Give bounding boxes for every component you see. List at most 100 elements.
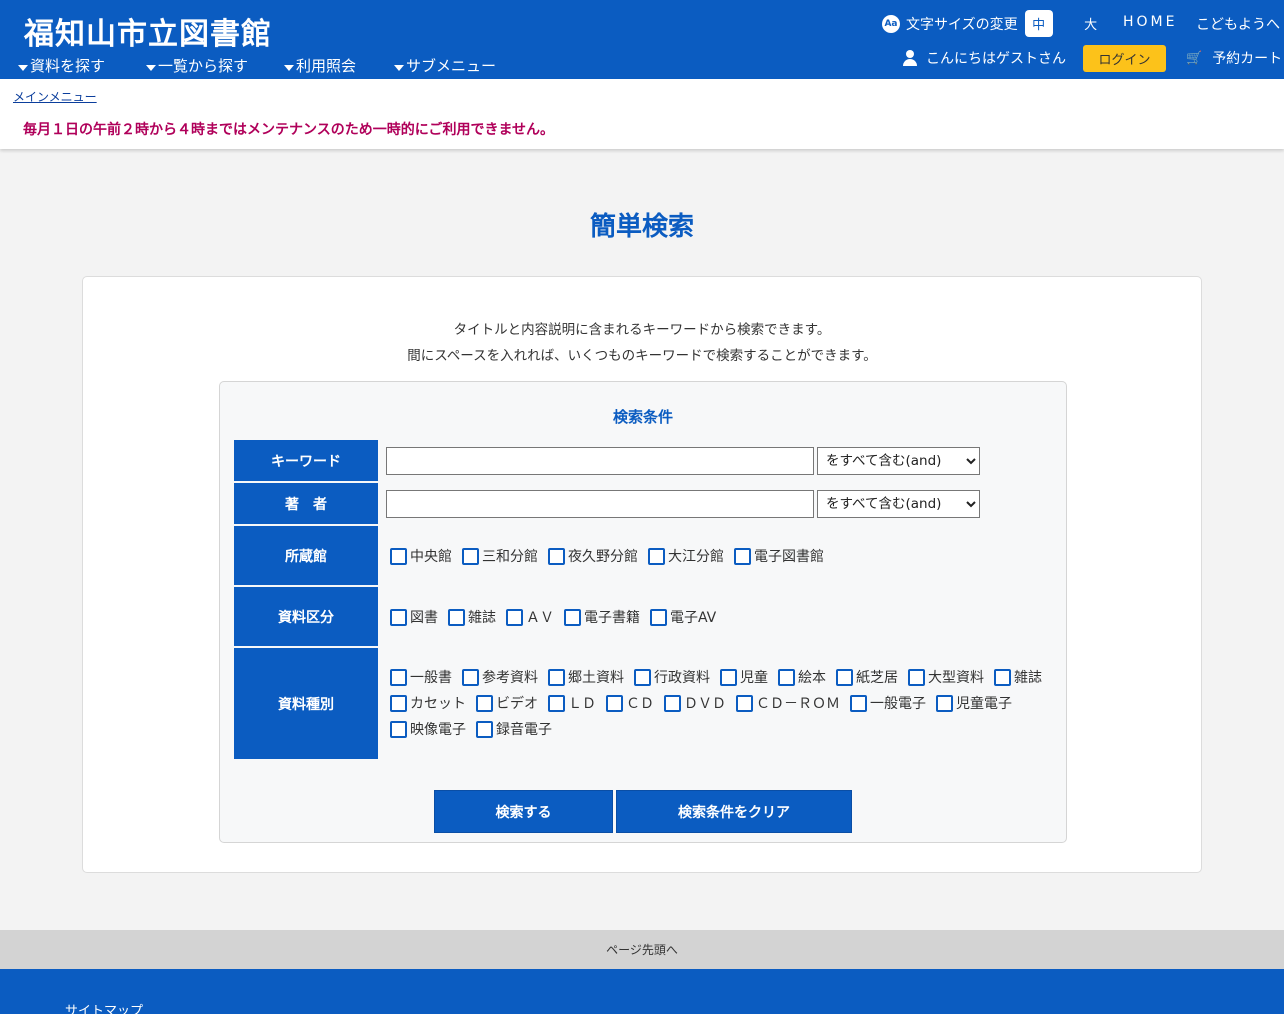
- library-label: 所蔵館: [234, 526, 378, 585]
- checkbox-option[interactable]: 映像電子: [390, 719, 466, 739]
- nav-usage-inquiry[interactable]: 利用照会: [284, 55, 394, 76]
- checkbox-label: ＣＤ: [626, 696, 654, 712]
- checkbox-icon[interactable]: [936, 694, 953, 712]
- checkbox-icon[interactable]: [908, 668, 925, 686]
- home-link[interactable]: HOME: [1123, 14, 1177, 30]
- search-button[interactable]: 検索する: [434, 790, 613, 833]
- author-match-select[interactable]: をすべて含む(and): [817, 490, 980, 518]
- checkbox-icon[interactable]: [506, 608, 523, 626]
- checkbox-icon[interactable]: [390, 720, 407, 738]
- checkbox-icon[interactable]: [736, 694, 753, 712]
- checkbox-icon[interactable]: [476, 694, 493, 712]
- checkbox-option[interactable]: カセット: [390, 693, 466, 713]
- checkbox-option[interactable]: 紙芝居: [836, 667, 898, 687]
- login-button[interactable]: ログイン: [1083, 45, 1166, 72]
- kids-link[interactable]: こどもようへ: [1196, 14, 1280, 34]
- notice-bar: メインメニュー 毎月１日の午前２時から４時まではメンテナンスのため一時的にご利用…: [0, 79, 1284, 149]
- checkbox-icon[interactable]: [648, 547, 665, 565]
- nav-browse-lists[interactable]: 一覧から探す: [146, 55, 284, 76]
- checkbox-icon[interactable]: [650, 608, 667, 626]
- caret-down-icon: [394, 64, 404, 71]
- checkbox-label: 電子AV: [670, 610, 717, 626]
- checkbox-label: カセット: [410, 696, 466, 712]
- checkbox-option[interactable]: 三和分館: [462, 546, 538, 566]
- checkbox-icon[interactable]: [390, 668, 407, 686]
- clear-conditions-button[interactable]: 検索条件をクリア: [616, 790, 852, 833]
- caret-down-icon: [284, 64, 294, 71]
- checkbox-icon[interactable]: [778, 668, 795, 686]
- checkbox-icon[interactable]: [390, 694, 407, 712]
- checkbox-option[interactable]: ビデオ: [476, 693, 538, 713]
- checkbox-icon[interactable]: [994, 668, 1011, 686]
- checkbox-option[interactable]: 電子AV: [650, 607, 716, 627]
- checkbox-icon[interactable]: [390, 608, 407, 626]
- reservation-cart-link[interactable]: 🛒 予約カート: [1186, 48, 1282, 68]
- checkbox-label: ＬＤ: [568, 696, 596, 712]
- checkbox-option[interactable]: 児童: [720, 667, 768, 687]
- site-title[interactable]: 福知山市立図書館: [24, 9, 272, 53]
- description-line-1: タイトルと内容説明に含まれるキーワードから検索できます。: [453, 322, 831, 338]
- checkbox-label: 郷土資料: [568, 670, 624, 686]
- checkbox-icon[interactable]: [664, 694, 681, 712]
- checkbox-label: ＡＶ: [526, 610, 554, 626]
- checkbox-icon[interactable]: [476, 720, 493, 738]
- checkbox-icon[interactable]: [850, 694, 867, 712]
- checkbox-option[interactable]: 電子図書館: [734, 546, 824, 566]
- checkbox-label: 一般書: [410, 670, 452, 686]
- breadcrumb-main-menu[interactable]: メインメニュー: [13, 88, 97, 105]
- checkbox-label: 児童: [740, 670, 768, 686]
- checkbox-icon[interactable]: [462, 668, 479, 686]
- checkbox-option[interactable]: 絵本: [778, 667, 826, 687]
- sitemap-link[interactable]: サイトマップ: [65, 1000, 143, 1014]
- checkbox-option[interactable]: 行政資料: [634, 667, 710, 687]
- keyword-match-select[interactable]: をすべて含む(and): [817, 447, 980, 475]
- checkbox-icon[interactable]: [462, 547, 479, 565]
- checkbox-option[interactable]: 雑誌: [448, 607, 496, 627]
- page-title: 簡単検索: [589, 212, 694, 242]
- author-input[interactable]: [386, 490, 814, 518]
- keyword-input[interactable]: [386, 447, 814, 475]
- checkbox-icon[interactable]: [634, 668, 651, 686]
- checkbox-option[interactable]: 大江分館: [648, 546, 724, 566]
- checkbox-icon[interactable]: [548, 694, 565, 712]
- checkbox-option[interactable]: ＣＤ: [606, 693, 654, 713]
- checkbox-icon[interactable]: [720, 668, 737, 686]
- font-size-medium-button[interactable]: 中: [1024, 10, 1053, 37]
- global-nav: 資料を探す 一覧から探す 利用照会 サブメニュー: [18, 55, 514, 76]
- checkbox-icon[interactable]: [734, 547, 751, 565]
- checkbox-option[interactable]: 電子書籍: [564, 607, 640, 627]
- caret-down-icon: [18, 64, 28, 71]
- font-size-large-button[interactable]: 大: [1077, 10, 1105, 37]
- search-card: タイトルと内容説明に含まれるキーワードから検索できます。 間にスペースを入れれば…: [82, 276, 1202, 873]
- checkbox-option[interactable]: 大型資料: [908, 667, 984, 687]
- checkbox-option[interactable]: 中央館: [390, 546, 452, 566]
- checkbox-option[interactable]: 録音電子: [476, 719, 552, 739]
- caret-down-icon: [146, 64, 156, 71]
- back-to-top-link[interactable]: ページ先頭へ: [0, 930, 1284, 969]
- checkbox-icon[interactable]: [548, 547, 565, 565]
- checkbox-option[interactable]: 児童電子: [936, 693, 1012, 713]
- checkbox-icon[interactable]: [564, 608, 581, 626]
- material-type-checkboxes-row-3: 映像電子 録音電子: [390, 719, 562, 739]
- cart-icon: 🛒: [1186, 50, 1203, 66]
- checkbox-option[interactable]: 郷土資料: [548, 667, 624, 687]
- checkbox-icon[interactable]: [836, 668, 853, 686]
- checkbox-option[interactable]: ＣＤ－ＲＯＭ: [736, 693, 840, 713]
- checkbox-option[interactable]: 雑誌: [994, 667, 1042, 687]
- checkbox-option[interactable]: ＤＶＤ: [664, 693, 726, 713]
- checkbox-option[interactable]: 一般書: [390, 667, 452, 687]
- checkbox-option[interactable]: ＬＤ: [548, 693, 596, 713]
- checkbox-icon[interactable]: [606, 694, 623, 712]
- checkbox-icon[interactable]: [390, 547, 407, 565]
- checkbox-option[interactable]: 一般電子: [850, 693, 926, 713]
- checkbox-option[interactable]: 図書: [390, 607, 438, 627]
- checkbox-option[interactable]: 夜久野分館: [548, 546, 638, 566]
- checkbox-icon[interactable]: [448, 608, 465, 626]
- checkbox-label: 参考資料: [482, 670, 538, 686]
- nav-search-materials[interactable]: 資料を探す: [18, 55, 146, 76]
- nav-submenu[interactable]: サブメニュー: [394, 55, 514, 76]
- checkbox-icon[interactable]: [548, 668, 565, 686]
- checkbox-option[interactable]: ＡＶ: [506, 607, 554, 627]
- checkbox-option[interactable]: 参考資料: [462, 667, 538, 687]
- checkbox-label: 紙芝居: [856, 670, 898, 686]
